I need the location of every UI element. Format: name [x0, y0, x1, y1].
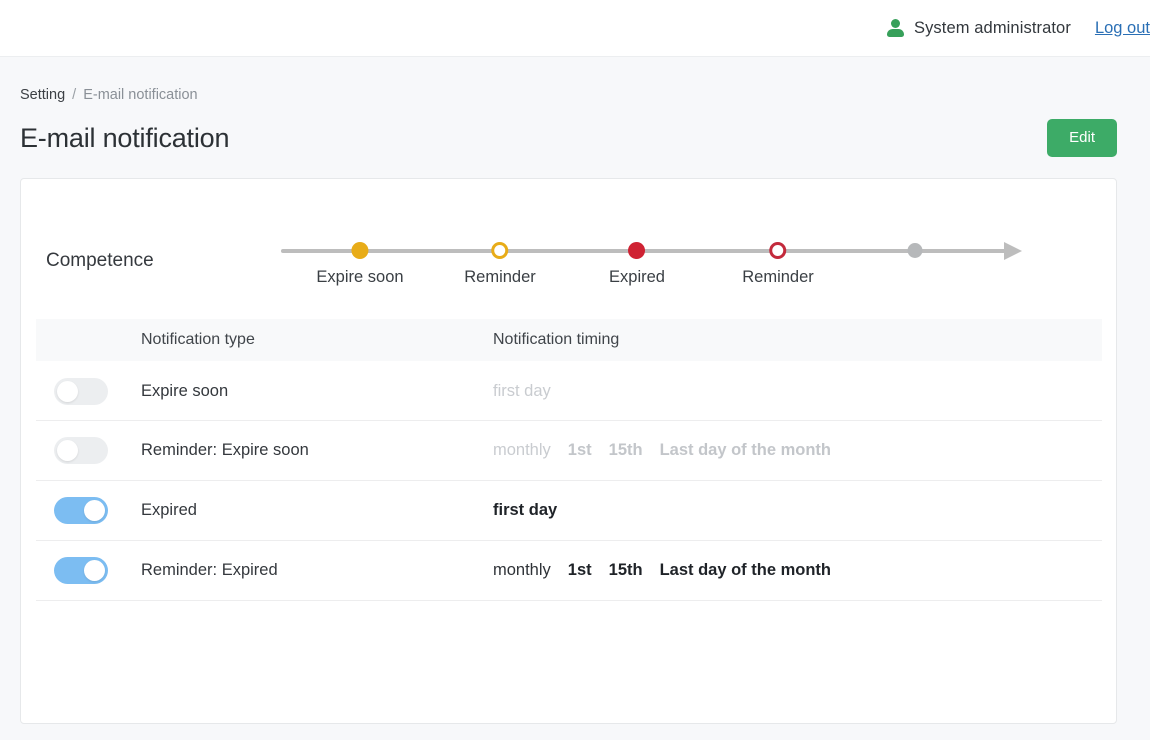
timing-options: first day — [493, 501, 1102, 520]
timing-option[interactable]: monthly — [493, 441, 551, 460]
table-header-row: Notification type Notification timing — [36, 319, 1102, 361]
table-row: Expire soon first day — [36, 361, 1102, 421]
table-row: Expired first day — [36, 481, 1102, 541]
notification-type-label: Expired — [141, 501, 197, 519]
logout-link[interactable]: Log out — [1095, 19, 1150, 38]
timeline-node-caption: Reminder — [742, 268, 814, 286]
person-icon — [886, 19, 904, 37]
notification-toggle-3[interactable] — [54, 557, 108, 584]
top-bar: System administrator Log out — [0, 0, 1150, 57]
table-cell-notification-type: Reminder: Expired — [141, 561, 493, 580]
table-cell-notification-timing: monthly 1st 15th Last day of the month — [493, 561, 1102, 580]
timeline-node-caption: Expire soon — [316, 268, 404, 286]
timeline-node-3: Reminder — [742, 242, 814, 287]
timing-option[interactable]: 1st — [568, 561, 592, 580]
table-cell-notification-timing: monthly 1st 15th Last day of the month — [493, 441, 1102, 460]
notification-toggle-1[interactable] — [54, 437, 108, 464]
table-header-notification-type: Notification type — [141, 331, 255, 348]
table-cell-notification-type: Expired — [141, 501, 493, 520]
edit-button[interactable]: Edit — [1047, 119, 1117, 157]
table-cell-toggle — [36, 557, 141, 584]
timeline-dot-icon — [351, 242, 369, 259]
timing-option[interactable]: 15th — [609, 561, 643, 580]
table-header-notification-timing: Notification timing — [493, 331, 620, 348]
user-session-block: System administrator Log out — [886, 18, 1150, 38]
breadcrumb: Setting / E-mail notification — [0, 57, 1150, 103]
page-title: E-mail notification — [20, 122, 230, 153]
toggle-knob — [57, 380, 78, 402]
table-cell-notification-timing: first day — [493, 382, 1102, 401]
timeline-dot-icon — [769, 242, 787, 259]
table-row: Reminder: Expired monthly 1st 15th Last day … — [36, 541, 1102, 601]
table-cell-toggle — [36, 377, 141, 405]
competence-timeline-section: Competence Expire soon Reminder Expired Rem… — [21, 179, 1116, 319]
toggle-knob — [84, 560, 105, 581]
timeline-diagram: Expire soon Reminder Expired Reminder — [281, 242, 1096, 312]
timing-options: first day — [493, 382, 1102, 401]
timeline-arrowhead-icon — [1004, 242, 1022, 260]
page-content: Setting / E-mail notification E-mail not… — [0, 57, 1150, 724]
page-title-row: E-mail notification Edit — [0, 103, 1150, 157]
notification-type-label: Expire soon — [141, 381, 229, 400]
timeline-node-1: Reminder — [464, 242, 536, 287]
timing-option[interactable]: first day — [493, 382, 551, 401]
notification-toggle-0[interactable] — [54, 377, 108, 405]
breadcrumb-item-current: E-mail notification — [83, 87, 198, 103]
table-row: Reminder: Expire soon monthly 1st 15th Last … — [36, 421, 1102, 481]
timeline-dot-icon — [907, 243, 923, 258]
table-cell-notification-type: Expire soon — [141, 382, 493, 401]
timeline-label: Competence — [46, 250, 154, 271]
timing-option[interactable]: Last day of the month — [660, 441, 831, 460]
timing-options: monthly 1st 15th Last day of the month — [493, 561, 1102, 580]
notification-toggle-2[interactable] — [54, 497, 108, 524]
notification-settings-card: Competence Expire soon Reminder Expired Rem… — [20, 178, 1117, 724]
timeline-dot-icon — [491, 242, 509, 259]
timing-option[interactable]: first day — [493, 501, 557, 520]
timeline-node-2: Expired — [609, 242, 665, 287]
breadcrumb-separator: / — [72, 87, 77, 103]
notification-type-label: Reminder: Expired — [141, 561, 278, 579]
timing-option[interactable]: 1st — [568, 441, 592, 460]
toggle-knob — [57, 440, 78, 461]
notification-type-label: Reminder: Expire soon — [141, 441, 309, 459]
timeline-node-4 — [907, 242, 923, 258]
user-name-label: System administrator — [913, 18, 1071, 37]
table-cell-toggle — [36, 437, 141, 464]
timeline-node-caption: Expired — [609, 268, 665, 286]
timeline-dot-icon — [628, 242, 646, 259]
timeline-node-caption: Reminder — [464, 268, 536, 286]
table-cell-toggle — [36, 497, 141, 524]
toggle-knob — [84, 500, 105, 521]
breadcrumb-item-setting[interactable]: Setting — [20, 87, 65, 103]
timing-option[interactable]: Last day of the month — [660, 561, 831, 580]
timeline-node-0: Expire soon — [316, 242, 404, 287]
table-cell-notification-timing: first day — [493, 501, 1102, 520]
timing-option[interactable]: 15th — [609, 441, 643, 460]
timing-options: monthly 1st 15th Last day of the month — [493, 441, 1102, 460]
timing-option[interactable]: monthly — [493, 561, 551, 580]
table-body: Expire soon first day Reminder: Expire soo… — [36, 361, 1102, 601]
table-cell-notification-type: Reminder: Expire soon — [141, 441, 493, 460]
notification-table: Notification type Notification timing Ex… — [36, 319, 1102, 601]
